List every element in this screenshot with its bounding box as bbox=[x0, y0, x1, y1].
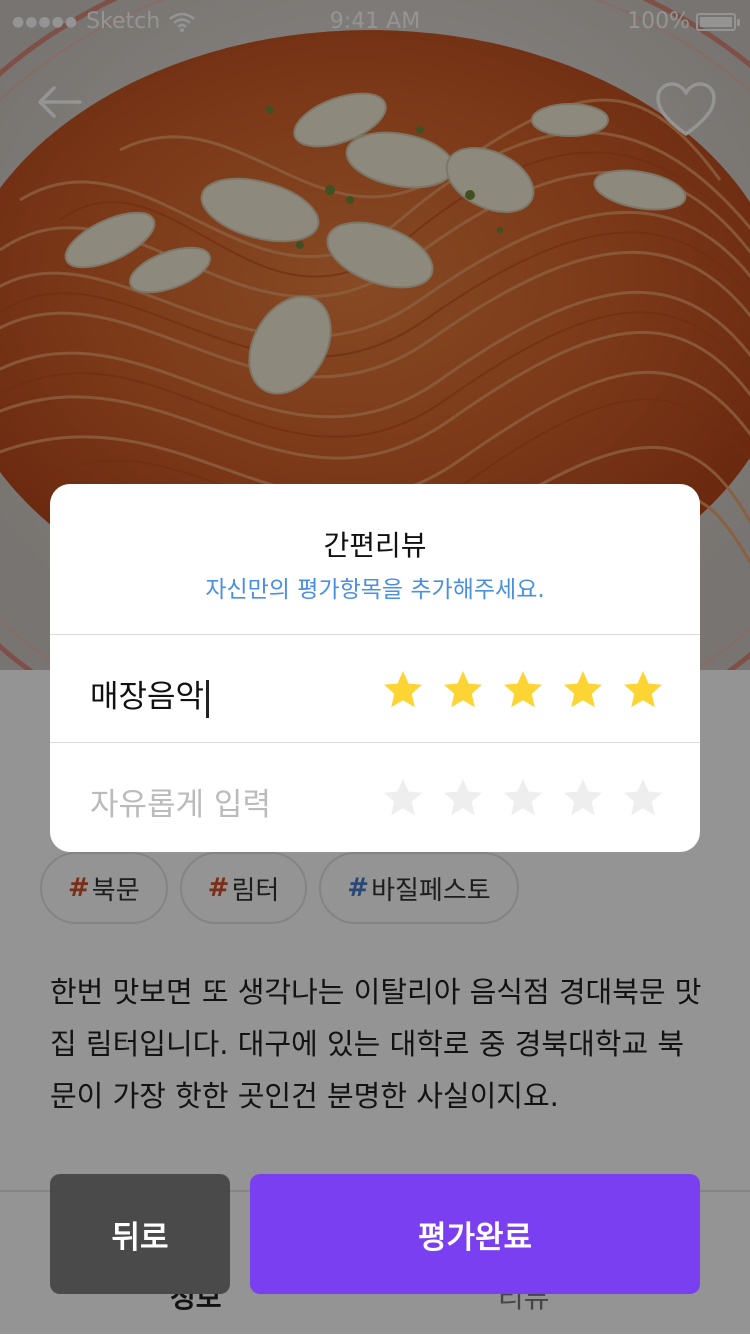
star-filled-icon[interactable] bbox=[442, 669, 484, 711]
rating-item-placeholder-input[interactable]: 자유롭게 입력 bbox=[90, 779, 271, 824]
star-empty-icon[interactable] bbox=[382, 777, 424, 819]
modal-subtitle: 자신만의 평가항목을 추가해주세요. bbox=[205, 577, 545, 603]
star-empty-icon[interactable] bbox=[562, 777, 604, 819]
complete-review-button[interactable]: 평가완료 bbox=[250, 1174, 700, 1294]
rating-item-input[interactable]: 매장음악 bbox=[90, 671, 210, 718]
back-button[interactable]: 뒤로 bbox=[50, 1174, 230, 1294]
rating-row: 자유롭게 입력 bbox=[50, 743, 700, 851]
rating-item-label: 매장음악 bbox=[90, 679, 205, 715]
star-empty-icon[interactable] bbox=[442, 777, 484, 819]
quick-review-modal: 간편리뷰 자신만의 평가항목을 추가해주세요. 매장음악 자유롭게 입력 bbox=[50, 484, 700, 852]
text-cursor bbox=[206, 679, 210, 718]
star-filled-icon[interactable] bbox=[382, 669, 424, 711]
star-filled-icon[interactable] bbox=[622, 669, 664, 711]
star-rating[interactable] bbox=[382, 669, 664, 711]
star-empty-icon[interactable] bbox=[502, 777, 544, 819]
modal-title: 간편리뷰 bbox=[323, 529, 427, 562]
star-rating[interactable] bbox=[382, 777, 664, 819]
star-filled-icon[interactable] bbox=[502, 669, 544, 711]
star-filled-icon[interactable] bbox=[562, 669, 604, 711]
rating-row: 매장음악 bbox=[50, 635, 700, 743]
star-empty-icon[interactable] bbox=[622, 777, 664, 819]
